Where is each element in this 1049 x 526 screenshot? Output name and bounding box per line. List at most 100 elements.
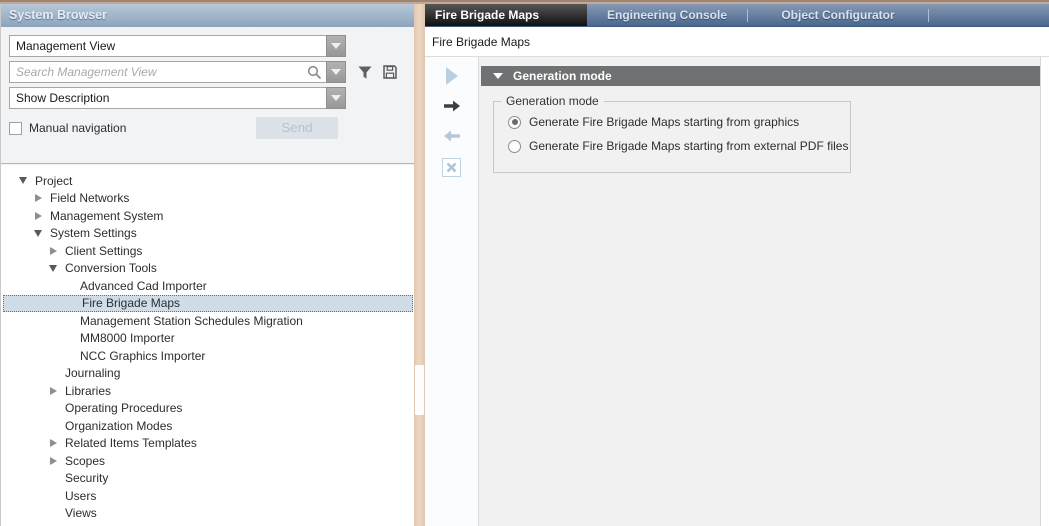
tree-item-label: Journaling bbox=[65, 366, 120, 380]
collapse-triangle-icon[interactable] bbox=[493, 73, 503, 79]
tree-item[interactable]: Management System bbox=[1, 207, 415, 225]
save-button[interactable] bbox=[381, 63, 398, 80]
vertical-scrollbar-track[interactable] bbox=[1040, 57, 1049, 526]
tree-item[interactable]: MM8000 Importer bbox=[1, 330, 415, 348]
radio-button[interactable] bbox=[508, 140, 521, 153]
expander-slot bbox=[30, 212, 46, 220]
manual-navigation-checkbox[interactable] bbox=[9, 122, 22, 135]
tree-item-label: Advanced Cad Importer bbox=[80, 279, 207, 293]
radio-option[interactable]: Generate Fire Brigade Maps starting from… bbox=[508, 139, 848, 153]
expand-icon[interactable] bbox=[35, 212, 42, 220]
expander-slot bbox=[30, 194, 46, 202]
chevron-down-icon bbox=[331, 69, 341, 75]
generation-mode-section-header[interactable]: Generation mode bbox=[481, 66, 1040, 86]
tree-item-label: Fire Brigade Maps bbox=[82, 296, 180, 310]
expander-slot bbox=[45, 439, 61, 447]
tree-item-label: Organization Modes bbox=[65, 419, 172, 433]
tab-object-configurator[interactable]: Object Configurator bbox=[748, 4, 928, 26]
tree-item[interactable]: Project bbox=[1, 172, 415, 190]
tree-item-label: Users bbox=[65, 489, 96, 503]
search-field[interactable] bbox=[9, 61, 326, 83]
manual-navigation-label: Manual navigation bbox=[29, 121, 126, 135]
search-icon[interactable] bbox=[307, 65, 322, 80]
panel-title: System Browser bbox=[1, 4, 414, 27]
detail-content: Generation mode Generation mode Generate… bbox=[479, 57, 1040, 526]
section-header-label: Generation mode bbox=[513, 69, 612, 83]
tree-item-label: Management System bbox=[50, 209, 163, 223]
tree-item[interactable]: NCC Graphics Importer bbox=[1, 347, 415, 365]
radio-button[interactable] bbox=[508, 116, 521, 129]
tree-item-label: Security bbox=[65, 471, 108, 485]
tree-item[interactable]: Advanced Cad Importer bbox=[1, 277, 415, 295]
tree-item-label: Client Settings bbox=[65, 244, 142, 258]
tree-item-label: NCC Graphics Importer bbox=[80, 349, 205, 363]
page-title: Fire Brigade Maps bbox=[432, 35, 530, 49]
tree-item[interactable]: Security bbox=[1, 470, 415, 488]
expander-slot bbox=[45, 457, 61, 465]
radio-option[interactable]: Generate Fire Brigade Maps starting from… bbox=[508, 115, 799, 129]
generation-mode-groupbox: Generation mode Generate Fire Brigade Ma… bbox=[493, 101, 851, 173]
tree-item[interactable]: Operating Procedures bbox=[1, 400, 415, 418]
application-window: System Browser Management View bbox=[0, 0, 1049, 526]
play-icon bbox=[444, 66, 459, 86]
tab-bar: Fire Brigade MapsEngineering ConsoleObje… bbox=[425, 4, 1049, 27]
panel-splitter-scrollbar[interactable] bbox=[414, 4, 425, 526]
tree-item[interactable]: System Settings bbox=[1, 225, 415, 243]
radio-label: Generate Fire Brigade Maps starting from… bbox=[529, 139, 848, 153]
description-combo[interactable]: Show Description bbox=[9, 87, 346, 109]
search-options-dropdown-button[interactable] bbox=[326, 61, 346, 83]
tree-item[interactable]: Field Networks bbox=[1, 190, 415, 208]
view-combo[interactable]: Management View bbox=[9, 35, 346, 57]
search-input[interactable] bbox=[16, 65, 307, 79]
tab-divider bbox=[928, 9, 929, 22]
expand-icon[interactable] bbox=[35, 194, 42, 202]
expand-icon[interactable] bbox=[50, 387, 57, 395]
tree-item[interactable]: Conversion Tools bbox=[1, 260, 415, 278]
send-button[interactable]: Send bbox=[256, 117, 338, 139]
filter-button[interactable] bbox=[356, 64, 373, 80]
expand-icon[interactable] bbox=[50, 439, 57, 447]
move-right-button[interactable] bbox=[443, 99, 461, 113]
collapse-icon[interactable] bbox=[49, 265, 57, 272]
funnel-icon bbox=[357, 65, 373, 80]
clear-button[interactable] bbox=[442, 157, 461, 177]
tree-item[interactable]: Users bbox=[1, 487, 415, 505]
tree-item[interactable]: Libraries bbox=[1, 382, 415, 400]
tab-fire-brigade-maps[interactable]: Fire Brigade Maps bbox=[425, 4, 587, 26]
move-left-button[interactable] bbox=[443, 129, 461, 143]
tree-item[interactable]: Management Station Schedules Migration bbox=[1, 312, 415, 330]
radio-label: Generate Fire Brigade Maps starting from… bbox=[529, 115, 799, 129]
tree-item[interactable]: Scopes bbox=[1, 452, 415, 470]
view-combo-value[interactable]: Management View bbox=[9, 35, 326, 57]
search-row bbox=[9, 61, 346, 83]
tree-item[interactable]: Related Items Templates bbox=[1, 435, 415, 453]
description-combo-value[interactable]: Show Description bbox=[9, 87, 326, 109]
tree-item-label: Project bbox=[35, 174, 72, 188]
scrollbar-thumb[interactable] bbox=[415, 365, 424, 415]
view-combo-dropdown-button[interactable] bbox=[326, 35, 346, 57]
tree-item-label: Related Items Templates bbox=[65, 436, 197, 450]
expand-icon[interactable] bbox=[50, 247, 57, 255]
run-button[interactable] bbox=[444, 66, 459, 86]
tree-item-label: Views bbox=[65, 506, 97, 520]
tab-engineering-console[interactable]: Engineering Console bbox=[587, 4, 747, 26]
tree-item[interactable]: Organization Modes bbox=[1, 417, 415, 435]
collapse-icon[interactable] bbox=[19, 177, 27, 184]
floppy-disk-icon bbox=[382, 64, 398, 80]
system-tree: Project Field NetworksManagement System Sy… bbox=[1, 165, 415, 526]
collapse-icon[interactable] bbox=[34, 230, 42, 237]
tree-item[interactable]: Journaling bbox=[1, 365, 415, 383]
tree-item[interactable]: Views bbox=[1, 505, 415, 523]
tree-item[interactable]: Fire Brigade Maps bbox=[3, 295, 413, 313]
expander-slot bbox=[30, 230, 46, 237]
tree-item-label: Scopes bbox=[65, 454, 105, 468]
expand-icon[interactable] bbox=[50, 457, 57, 465]
tree-item-label: Conversion Tools bbox=[65, 261, 157, 275]
tree-item[interactable]: Client Settings bbox=[1, 242, 415, 260]
description-combo-dropdown-button[interactable] bbox=[326, 87, 346, 109]
page-title-row: Fire Brigade Maps bbox=[425, 27, 1049, 56]
system-browser-panel: System Browser Management View bbox=[0, 4, 414, 526]
action-buttons-column bbox=[425, 57, 479, 526]
expander-slot bbox=[15, 177, 31, 184]
arrow-left-icon bbox=[443, 129, 461, 143]
